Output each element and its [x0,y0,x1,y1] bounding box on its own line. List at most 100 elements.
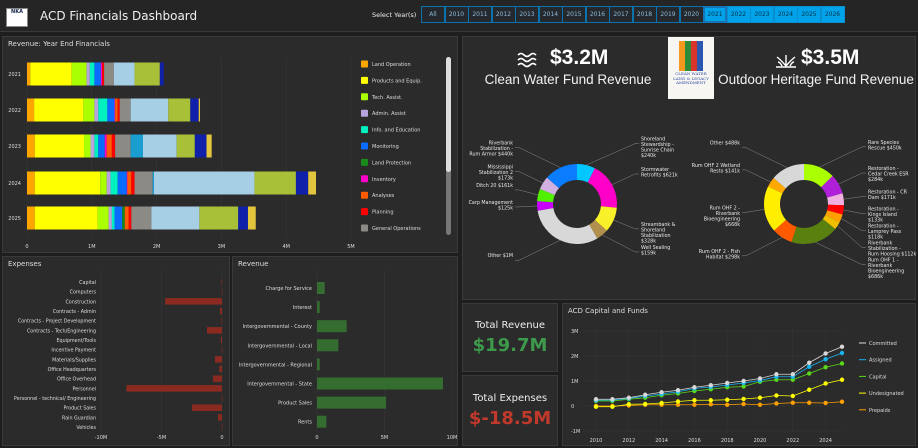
bar-segment[interactable] [159,62,164,86]
year-button-2010[interactable]: 2010 [444,6,469,23]
bar-segment[interactable] [117,171,127,195]
bar[interactable] [221,288,223,295]
bar-segment[interactable] [94,62,101,86]
bar-segment[interactable] [113,62,135,86]
bar[interactable] [317,339,339,352]
bar-segment[interactable] [117,98,120,122]
bar-segment[interactable] [122,206,125,230]
year-button-2022[interactable]: 2022 [726,6,751,23]
year-button-2026[interactable]: 2026 [820,6,845,23]
bar-segment[interactable] [127,171,132,195]
bar-segment[interactable] [124,206,129,230]
data-point[interactable] [823,351,828,356]
year-button-2024[interactable]: 2024 [773,6,798,23]
bar[interactable] [213,375,222,382]
data-point[interactable] [807,387,812,392]
data-point[interactable] [790,372,795,377]
data-point[interactable] [823,381,828,386]
bar-segment[interactable] [98,98,108,122]
data-point[interactable] [626,402,631,407]
bar-segment[interactable] [152,171,155,195]
bar-segment[interactable] [238,206,248,230]
bar-segment[interactable] [106,171,111,195]
bar-segment[interactable] [154,171,255,195]
year-button-2023[interactable]: 2023 [750,6,774,23]
data-point[interactable] [708,398,713,403]
data-point[interactable] [708,383,713,388]
year-button-2018[interactable]: 2018 [632,6,657,23]
data-point[interactable] [659,390,664,395]
bar[interactable] [221,346,223,353]
year-button-2012[interactable]: 2012 [491,6,516,23]
bar-segment[interactable] [111,206,115,230]
bar-segment[interactable] [90,134,95,158]
bar[interactable] [221,394,223,402]
bar-segment[interactable] [34,206,98,230]
data-point[interactable] [692,398,697,403]
bar-segment[interactable] [134,62,160,86]
bar-segment[interactable] [131,206,152,230]
data-point[interactable] [790,393,795,399]
data-point[interactable] [790,400,795,405]
bar-segment[interactable] [110,171,118,195]
bar-segment[interactable] [190,98,199,122]
bar-segment[interactable] [111,134,116,158]
bar-segment[interactable] [100,62,103,86]
bar[interactable] [317,301,320,314]
bar-segment[interactable] [308,171,317,195]
bar-segment[interactable] [27,62,31,86]
bar-segment[interactable] [27,98,35,122]
bar[interactable] [221,317,222,324]
bar-segment[interactable] [108,206,112,230]
bar-segment[interactable] [83,98,95,122]
bar-segment[interactable] [115,134,131,158]
data-point[interactable] [807,371,812,376]
data-point[interactable] [692,385,697,390]
bar-segment[interactable] [30,62,72,86]
data-point[interactable] [610,404,615,409]
data-point[interactable] [593,404,599,409]
bar-segment[interactable] [198,98,201,122]
bar-segment[interactable] [94,98,99,122]
bar-segment[interactable] [126,171,128,195]
bar[interactable] [317,320,347,333]
bar[interactable] [218,414,222,421]
bar-segment[interactable] [89,62,95,86]
bar-segment[interactable] [168,98,191,122]
data-point[interactable] [807,364,812,369]
bar-segment[interactable] [115,98,118,122]
bar-segment[interactable] [34,98,84,122]
bar[interactable] [126,385,222,392]
bar-segment[interactable] [119,98,131,122]
bar[interactable] [220,336,222,344]
bar-segment[interactable] [134,171,153,195]
data-point[interactable] [839,344,845,349]
donut-slice[interactable] [587,168,617,208]
year-button-2025[interactable]: 2025 [797,6,821,23]
bar-segment[interactable] [131,171,135,195]
data-point[interactable] [757,395,763,400]
data-point[interactable] [643,392,648,397]
bar-segment[interactable] [104,62,114,86]
data-point[interactable] [774,393,779,398]
bar-segment[interactable] [104,134,107,158]
bar-segment[interactable] [86,62,90,86]
year-button-2020[interactable]: 2020 [679,6,704,23]
bar-segment[interactable] [84,134,91,158]
bar-segment[interactable] [295,171,309,195]
data-point[interactable] [839,350,845,356]
bar-segment[interactable] [34,134,85,158]
bar-segment[interactable] [27,171,35,195]
bar-segment[interactable] [114,98,116,122]
year-button-2014[interactable]: 2014 [538,6,563,23]
bar-segment[interactable] [194,134,207,158]
bar[interactable] [219,307,222,315]
data-point[interactable] [725,380,730,386]
data-point[interactable] [774,372,779,377]
bar[interactable] [219,365,222,373]
year-button-2015[interactable]: 2015 [562,6,586,23]
data-point[interactable] [741,401,746,407]
data-point[interactable] [774,401,779,406]
bar-segment[interactable] [102,62,105,86]
year-button-all[interactable]: All [421,6,445,23]
